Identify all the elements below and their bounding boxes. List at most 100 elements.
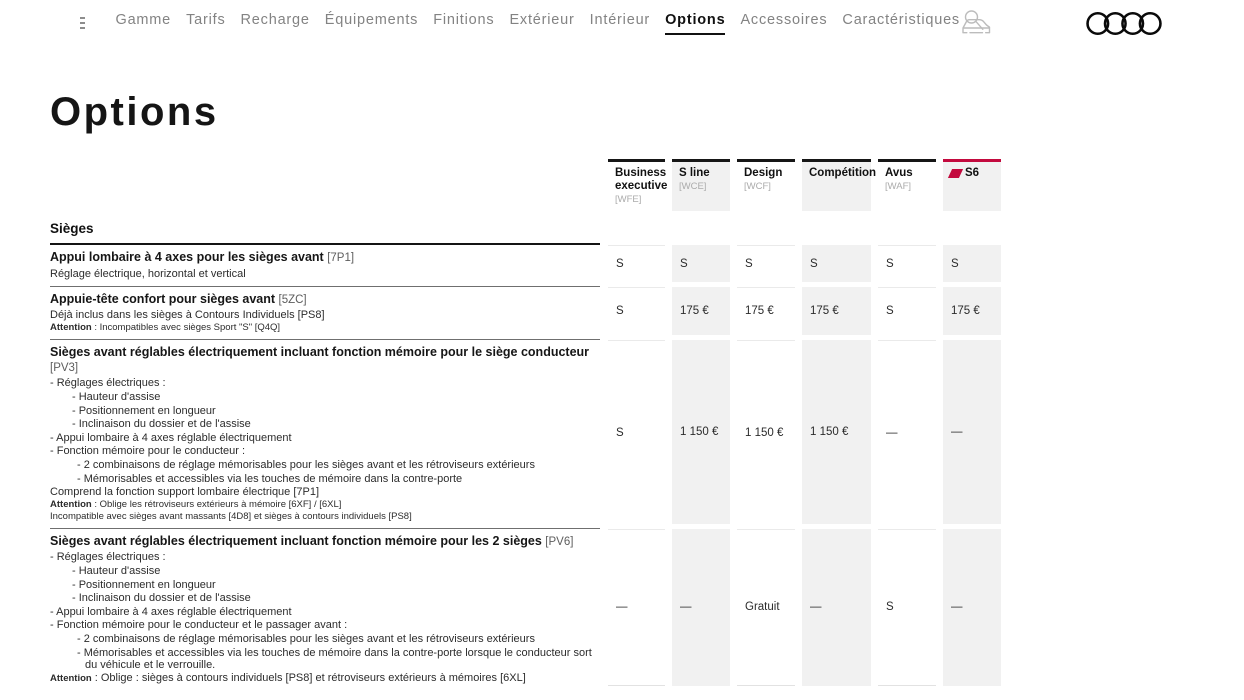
option-value-cell: 1 150 €	[737, 340, 795, 524]
nav-items: Gamme Tarifs Recharge Équipements Finitions E…	[115, 12, 960, 35]
option-title: Appui lombaire à 4 axes pour les sièges …	[50, 250, 600, 266]
option-value-cell: 175 €	[802, 287, 871, 335]
nav-item-options[interactable]: Options	[665, 12, 725, 35]
option-warning-line: Attention : Oblige les rétroviseurs exté…	[50, 500, 600, 510]
option-code: [7P1]	[327, 252, 354, 264]
section-title: Sièges	[50, 221, 600, 245]
option-title: Sièges avant réglables électriquement in…	[50, 345, 600, 376]
option-value-cell: 175 €	[943, 287, 1001, 335]
option-value-cell: —	[943, 529, 1001, 686]
option-value-cell: 175 €	[737, 287, 795, 335]
option-title: Sièges avant réglables électriquement in…	[50, 534, 600, 550]
nav-item-caracteristiques[interactable]: Caractéristiques	[842, 12, 960, 35]
nav-right	[960, 8, 1244, 38]
option-description-line: - Hauteur d'assise	[50, 565, 600, 577]
option-code: [PV3]	[50, 362, 78, 374]
table-rows: Appui lombaire à 4 axes pour les sièges …	[50, 245, 1008, 690]
attention-label: Attention	[50, 499, 92, 510]
page-title: Options	[50, 90, 1244, 135]
option-value-cell: —	[608, 529, 665, 686]
option-description-line: - Mémorisables et accessibles via les to…	[50, 473, 600, 485]
trim-name: Avus	[885, 167, 929, 180]
option-title: Appuie-tête confort pour sièges avant [5…	[50, 292, 600, 308]
trim-name: Compétition	[809, 167, 864, 180]
option-code: [PV6]	[545, 536, 573, 548]
option-description-line: - Réglages électriques :	[50, 377, 600, 389]
option-value-cell: S	[672, 245, 730, 281]
option-description-line: - Fonction mémoire pour le conducteur :	[50, 445, 600, 457]
nav-item-exterieur[interactable]: Extérieur	[509, 12, 574, 35]
nav-item-tarifs[interactable]: Tarifs	[186, 12, 225, 35]
trim-name: S6	[950, 167, 994, 180]
s-model-badge-icon	[948, 169, 963, 178]
option-value-cell: S	[737, 245, 795, 281]
table-row: Sièges avant réglables électriquement in…	[50, 529, 1008, 691]
option-description-line: - 2 combinaisons de réglage mémorisables…	[50, 633, 600, 645]
option-value-cell: S	[608, 340, 665, 524]
table-row: Appuie-tête confort pour sièges avant [5…	[50, 287, 1008, 340]
option-description-line: - Positionnement en longueur	[50, 405, 600, 417]
trim-name: Design	[744, 167, 788, 180]
column-header: Avus[WAF]	[878, 159, 936, 211]
column-header: Design[WCF]	[737, 159, 795, 211]
option-description-line: - Inclinaison du dossier et de l'assise	[50, 592, 600, 604]
option-description-line: - 2 combinaisons de réglage mémorisables…	[50, 459, 600, 471]
option-value-cell: S	[608, 287, 665, 335]
option-value-cell: —	[943, 340, 1001, 524]
header-spacer	[50, 159, 600, 211]
nav-item-gamme[interactable]: Gamme	[115, 12, 171, 35]
nav-item-finitions[interactable]: Finitions	[433, 12, 494, 35]
trim-code: [WCE]	[679, 181, 723, 192]
option-label: Sièges avant réglables électriquement in…	[50, 529, 600, 691]
option-value-cell: S	[608, 245, 665, 281]
option-value-cell: S	[943, 245, 1001, 281]
option-warning-line: Attention : Oblige : sièges à contours i…	[50, 672, 600, 684]
car-search-icon[interactable]	[960, 8, 992, 38]
option-warning-line: Attention : Incompatibles avec sièges Sp…	[50, 323, 600, 333]
option-value-cell: —	[878, 340, 936, 524]
option-description-line: - Réglages électriques :	[50, 551, 600, 563]
nav-item-accessoires[interactable]: Accessoires	[740, 12, 827, 35]
option-description-line: Réglage électrique, horizontal et vertic…	[50, 268, 600, 280]
option-value-cell: 1 150 €	[672, 340, 730, 524]
trim-code: [WCF]	[744, 181, 788, 192]
column-header: Business executive[WFE]	[608, 159, 665, 211]
table-row: Appui lombaire à 4 axes pour les sièges …	[50, 245, 1008, 286]
top-navigation: Gamme Tarifs Recharge Équipements Finitions E…	[0, 0, 1244, 46]
option-code: [5ZC]	[279, 294, 307, 306]
option-description-line: - Appui lombaire à 4 axes réglable élect…	[50, 606, 600, 618]
option-value-cell: S	[878, 245, 936, 281]
column-header: S line[WCE]	[672, 159, 730, 211]
option-value-cell: —	[802, 529, 871, 686]
option-value-cell: S	[878, 287, 936, 335]
hamburger-menu-icon[interactable]	[80, 17, 85, 29]
trim-code: [WAF]	[885, 181, 929, 192]
option-description-line: - Mémorisables et accessibles via les to…	[50, 647, 600, 671]
option-label: Appui lombaire à 4 axes pour les sièges …	[50, 245, 600, 286]
option-value-cell: S	[802, 245, 871, 281]
nav-item-interieur[interactable]: Intérieur	[590, 12, 650, 35]
option-description-line: - Appui lombaire à 4 axes réglable élect…	[50, 432, 600, 444]
option-description-line: Déjà inclus dans les sièges à Contours I…	[50, 309, 600, 321]
option-description-line: Incompatible avec sièges avant massants …	[50, 512, 600, 522]
option-value-cell: 1 150 €	[802, 340, 871, 524]
options-table: Business executive[WFE]S line[WCE]Design…	[50, 159, 1008, 691]
audi-rings-logo[interactable]	[1086, 11, 1162, 36]
column-header: Compétition	[802, 159, 871, 211]
option-description-line: - Positionnement en longueur	[50, 579, 600, 591]
option-value-cell: —	[672, 529, 730, 686]
option-description-line: - Fonction mémoire pour le conducteur et…	[50, 619, 600, 631]
nav-item-equipements[interactable]: Équipements	[325, 12, 418, 35]
trim-name: Business executive	[615, 167, 658, 193]
attention-label: Attention	[50, 322, 92, 333]
nav-item-recharge[interactable]: Recharge	[241, 12, 310, 35]
option-label: Appuie-tête confort pour sièges avant [5…	[50, 287, 600, 340]
option-label: Sièges avant réglables électriquement in…	[50, 340, 600, 529]
option-value-cell: 175 €	[672, 287, 730, 335]
table-row: Sièges avant réglables électriquement in…	[50, 340, 1008, 529]
attention-label: Attention	[50, 673, 92, 684]
option-description-line: - Hauteur d'assise	[50, 391, 600, 403]
option-value-cell: S	[878, 529, 936, 686]
trim-name: S line	[679, 167, 723, 180]
column-header: S6	[943, 159, 1001, 211]
